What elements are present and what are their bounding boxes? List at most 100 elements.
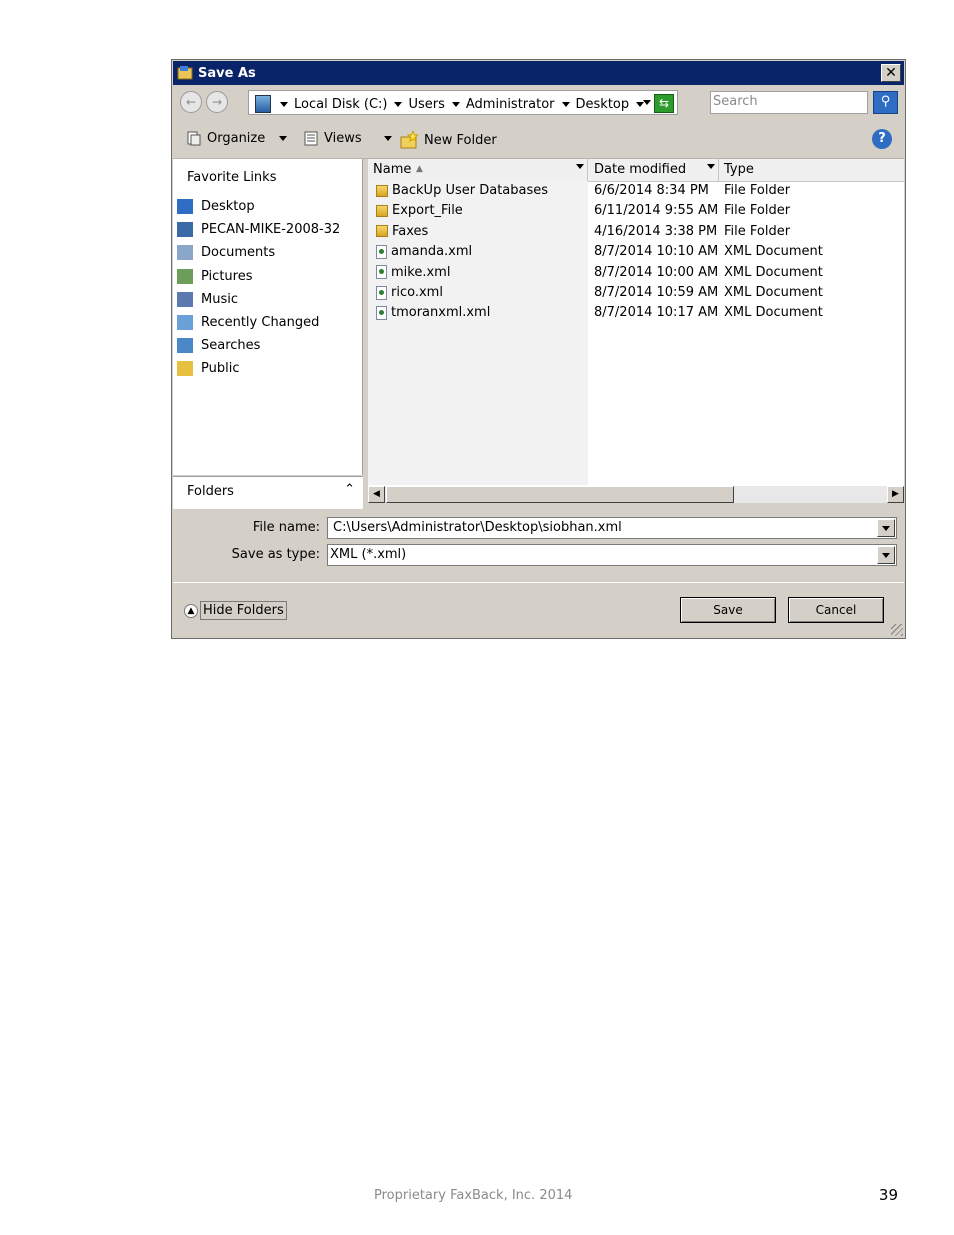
sidebar-item[interactable]: PECAN-MIKE-2008-32 (177, 218, 340, 241)
sidebar-item[interactable]: Public (177, 357, 340, 380)
sidebar-item[interactable]: Documents (177, 241, 340, 264)
sidebar-item[interactable]: Pictures (177, 265, 340, 288)
sidebar-item[interactable]: Recently Changed (177, 311, 340, 334)
file-name-text: tmoranxml.xml (391, 305, 491, 321)
chevron-up-icon: ⌃ (344, 482, 355, 497)
cancel-button[interactable]: Cancel (788, 597, 884, 623)
file-row[interactable]: Faxes 4/16/2014 3:38 PM File Folder (368, 222, 904, 242)
file-name-dropdown[interactable] (877, 519, 895, 537)
file-list: Name ▲ Date modified Type BackUp User Da… (368, 159, 904, 486)
address-history-dropdown[interactable] (643, 100, 651, 105)
refresh-button[interactable]: ⇆ (654, 94, 674, 113)
save-button[interactable]: Save (680, 597, 776, 623)
page-number: 39 (878, 1186, 898, 1204)
type-cell: XML Document (724, 264, 823, 280)
breadcrumb-administrator[interactable]: Administrator (466, 97, 570, 112)
sidebar-item-label: Searches (201, 338, 261, 354)
search-icon: ⚲ (880, 94, 891, 109)
sidebar-item-label: PECAN-MIKE-2008-32 (201, 222, 341, 238)
file-name-text: Export_File (392, 203, 463, 219)
window-title: Save As (198, 66, 256, 81)
name-column-filter-dropdown[interactable] (576, 164, 584, 169)
save-as-type-select[interactable]: XML (*.xml) (327, 544, 897, 566)
scroll-right-button[interactable]: ▶ (887, 486, 904, 503)
documents-icon (177, 245, 193, 261)
file-row[interactable]: Export_File 6/11/2014 9:55 AM File Folder (368, 201, 904, 221)
breadcrumb-desktop[interactable]: Desktop (576, 97, 645, 112)
folders-toggle[interactable]: Folders ⌃ (173, 476, 363, 509)
column-divider (718, 159, 719, 181)
divider (173, 582, 904, 583)
type-cell: XML Document (724, 285, 823, 300)
help-icon[interactable]: ? (872, 129, 892, 149)
file-row[interactable]: amanda.xml 8/7/2014 10:10 AM XML Document (368, 242, 904, 262)
date-modified-cell: 8/7/2014 10:17 AM (594, 305, 719, 321)
chevron-down-icon (394, 101, 403, 107)
chevron-down-icon (882, 553, 890, 558)
file-row[interactable]: BackUp User Databases 6/6/2014 8:34 PM Fil… (368, 181, 904, 201)
resize-grip[interactable] (891, 624, 903, 636)
address-bar[interactable]: Local Disk (C:) Users Administrator Desk… (248, 90, 678, 115)
breadcrumb-users[interactable]: Users (408, 97, 460, 112)
file-name-cell: rico.xml (376, 285, 443, 300)
column-header-name[interactable]: Name (373, 162, 411, 177)
searches-icon (177, 338, 193, 354)
breadcrumb-local-disk[interactable]: Local Disk (C:) (294, 97, 403, 112)
new-folder-icon (400, 131, 418, 149)
sidebar-item-label: Music (201, 291, 238, 307)
column-header-date-modified[interactable]: Date modified (594, 162, 686, 177)
forward-button[interactable]: → (206, 91, 228, 113)
back-button[interactable]: ← (180, 91, 202, 113)
command-toolbar: Organize Views New Folder ? (173, 120, 904, 159)
sidebar-item-label: Desktop (201, 199, 255, 215)
folder-icon (376, 225, 388, 238)
file-row[interactable]: tmoranxml.xml 8/7/2014 10:17 AM XML Docume… (368, 303, 904, 323)
date-modified-cell: 4/16/2014 3:38 PM (594, 223, 718, 239)
file-name-cell: BackUp User Databases (376, 183, 548, 198)
file-name-cell: amanda.xml (376, 244, 472, 259)
xml-file-icon (376, 244, 387, 259)
sidebar-item-label: Pictures (201, 268, 253, 284)
search-button[interactable]: ⚲ (873, 91, 898, 114)
date-column-filter-dropdown[interactable] (707, 164, 715, 169)
date-modified-cell: 8/7/2014 10:10 AM (594, 244, 719, 260)
sidebar-item[interactable]: Searches (177, 334, 340, 357)
music-icon (177, 291, 193, 307)
address-row: ← → Local Disk (C:) Users Administrator … (173, 86, 904, 119)
chevron-down-icon (882, 526, 890, 531)
file-name-text: rico.xml (391, 285, 443, 300)
file-name-cell: mike.xml (376, 265, 450, 280)
file-row[interactable]: mike.xml 8/7/2014 10:00 AM XML Document (368, 263, 904, 283)
search-input[interactable]: Search (710, 91, 868, 114)
organize-icon (187, 131, 201, 146)
new-folder-button[interactable]: New Folder (400, 131, 497, 149)
scroll-left-button[interactable]: ◀ (368, 486, 385, 503)
page-footer: Proprietary FaxBack, Inc. 2014 (374, 1188, 573, 1203)
save-as-type-dropdown[interactable] (877, 546, 895, 564)
views-button[interactable]: Views (304, 131, 392, 146)
refresh-icon: ⇆ (658, 96, 670, 110)
desktop-icon (177, 199, 193, 215)
organize-button[interactable]: Organize (187, 131, 288, 146)
close-button[interactable]: ✕ (881, 64, 901, 82)
date-modified-cell: 6/11/2014 9:55 AM (594, 203, 719, 219)
chevron-down-icon[interactable] (280, 101, 288, 107)
sidebar-item-label: Public (201, 361, 240, 377)
folder-icon (177, 361, 193, 377)
sidebar-item[interactable]: Music (177, 288, 340, 311)
folder-icon (376, 204, 388, 217)
scroll-thumb[interactable] (386, 486, 734, 503)
sort-ascending-icon: ▲ (416, 164, 423, 174)
title-bar: Save As ✕ (173, 61, 904, 85)
hide-folders-button[interactable]: ▲ Hide Folders (184, 601, 287, 620)
file-row[interactable]: rico.xml 8/7/2014 10:59 AM XML Document (368, 283, 904, 303)
column-header-type[interactable]: Type (724, 162, 754, 177)
file-name-input[interactable]: C:\Users\Administrator\Desktop\siobhan.x… (327, 517, 897, 539)
chevron-down-icon (279, 136, 288, 141)
sidebar-item[interactable]: Desktop (177, 195, 340, 218)
file-name-cell: Export_File (376, 203, 463, 218)
save-as-dialog: Save As ✕ ← → Local Disk (C:) Users Admi… (171, 59, 906, 639)
xml-file-icon (376, 265, 387, 280)
horizontal-scrollbar[interactable]: ◀ ▶ (368, 486, 904, 503)
date-modified-cell: 8/7/2014 10:00 AM (594, 264, 719, 280)
